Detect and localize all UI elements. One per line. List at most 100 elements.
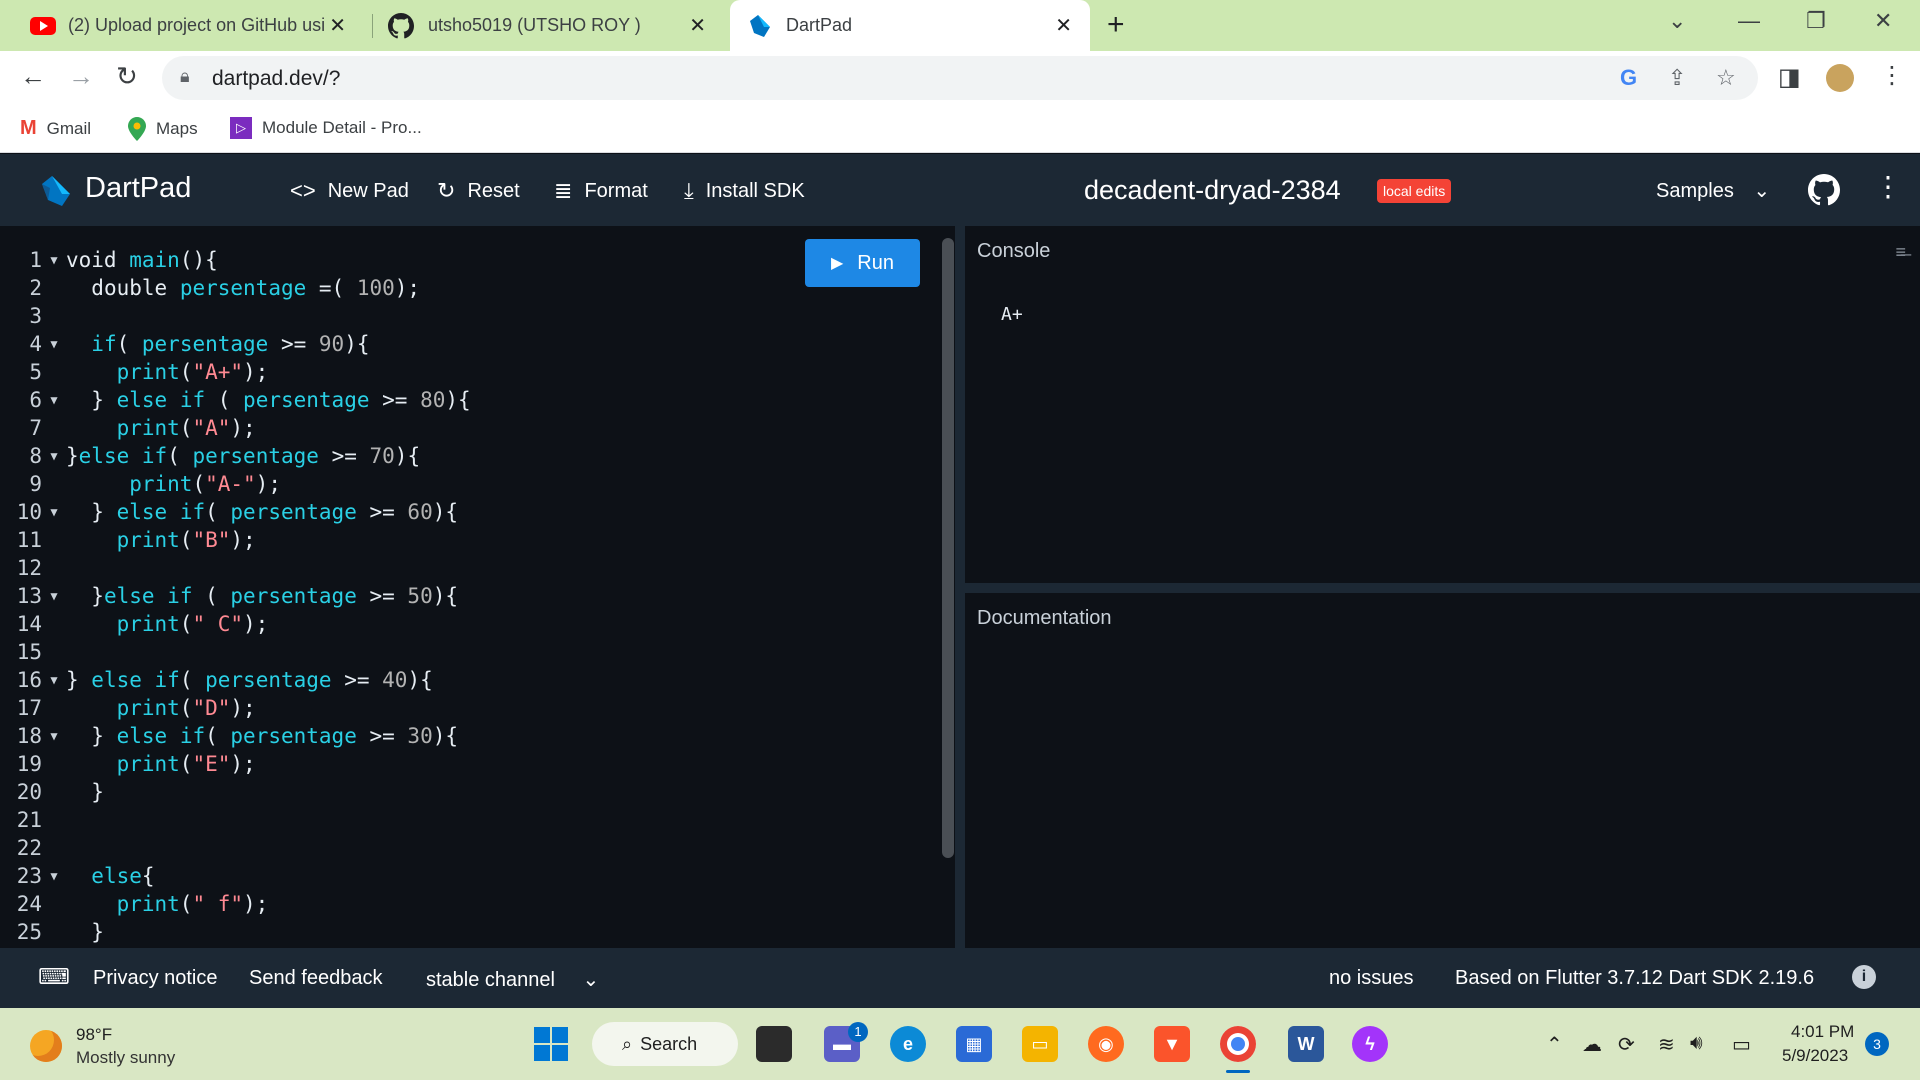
bookmark-module-detail[interactable]: ▷ Module Detail - Pro...	[230, 117, 422, 139]
tab-github[interactable]: utsho5019 (UTSHO ROY ) ✕	[372, 0, 724, 51]
reset-button[interactable]: ↻ Reset	[437, 178, 520, 204]
fold-arrow-icon[interactable]: ▼	[42, 666, 66, 694]
weather-temperature[interactable]: 98°F	[76, 1025, 112, 1045]
task-view-icon[interactable]	[756, 1026, 792, 1062]
code-line[interactable]: 10 ▼ } else if( persentage >= 60){	[0, 498, 471, 526]
code-line[interactable]: 5 print("A+");	[0, 358, 471, 386]
tray-chevron-up-icon[interactable]: ⌃	[1546, 1032, 1563, 1057]
window-close-icon[interactable]: ✕	[1874, 8, 1892, 34]
info-icon[interactable]: i	[1852, 965, 1876, 989]
code-line[interactable]: 18 ▼ } else if( persentage >= 30){	[0, 722, 471, 750]
code-line[interactable]: 13 ▼ }else if ( persentage >= 50){	[0, 582, 471, 610]
code-lines[interactable]: 1 ▼ void main(){2 double persentage =( 100…	[0, 246, 471, 946]
sync-icon[interactable]: ⟳	[1618, 1032, 1635, 1057]
google-icon[interactable]: G	[1620, 65, 1637, 91]
taskbar-search[interactable]: ⌕ Search	[592, 1022, 738, 1066]
code-line[interactable]: 4 ▼ if( persentage >= 90){	[0, 330, 471, 358]
tab-youtube[interactable]: (2) Upload project on GitHub usi ✕	[12, 0, 364, 51]
code-line[interactable]: 12	[0, 554, 471, 582]
code-line[interactable]: 3	[0, 302, 471, 330]
fold-arrow-icon[interactable]: ▼	[42, 862, 66, 890]
fold-arrow-icon[interactable]: ▼	[42, 722, 66, 750]
install-sdk-button[interactable]: ⤓ Install SDK	[684, 178, 805, 204]
channel-dropdown[interactable]: stable channel ⌄	[426, 967, 599, 992]
edge-icon[interactable]: e	[890, 1026, 926, 1062]
code-line[interactable]: 19 print("E");	[0, 750, 471, 778]
code-line[interactable]: 20 }	[0, 778, 471, 806]
notification-badge[interactable]: 3	[1865, 1032, 1889, 1056]
fold-arrow-icon[interactable]: ▼	[42, 498, 66, 526]
share-icon[interactable]: ⇪	[1668, 65, 1686, 91]
editor-scrollbar[interactable]	[942, 238, 954, 858]
code-line[interactable]: 6 ▼ } else if ( persentage >= 80){	[0, 386, 470, 414]
code-line[interactable]: 7 print("A");	[0, 414, 471, 442]
tab-search-icon[interactable]: ⌄	[1668, 8, 1686, 34]
minimize-icon[interactable]: —	[1738, 8, 1760, 34]
side-panel-icon[interactable]: ◨	[1778, 63, 1801, 92]
volume-icon[interactable]: 🔊︎	[1690, 1032, 1703, 1055]
code-line[interactable]: 21	[0, 806, 471, 834]
code-line[interactable]: 22	[0, 834, 471, 862]
issues-status[interactable]: no issues	[1329, 967, 1414, 990]
code-line[interactable]: 11 print("B");	[0, 526, 471, 554]
weather-sun-icon[interactable]	[30, 1030, 62, 1062]
reload-icon[interactable]: ↻	[116, 61, 138, 92]
horizontal-splitter[interactable]	[965, 583, 1920, 593]
chrome-icon[interactable]	[1220, 1026, 1256, 1062]
code-line[interactable]: 1 ▼ void main(){	[0, 246, 471, 274]
samples-dropdown[interactable]: Samples ⌄	[1656, 178, 1770, 203]
brave-icon[interactable]: ▼	[1154, 1026, 1190, 1062]
code-line[interactable]: 25 }	[0, 918, 471, 946]
onedrive-icon[interactable]: ☁	[1582, 1032, 1602, 1057]
bookmark-gmail[interactable]: M Gmail	[20, 117, 91, 140]
fold-arrow-icon[interactable]: ▼	[42, 442, 66, 470]
fold-arrow-icon[interactable]: ▼	[42, 386, 66, 414]
wifi-icon[interactable]: ≋	[1658, 1032, 1675, 1057]
clock-date[interactable]: 5/9/2023	[1782, 1046, 1848, 1066]
messenger-icon[interactable]: ϟ	[1352, 1026, 1388, 1062]
format-button[interactable]: ≣ Format	[554, 178, 648, 204]
code-line[interactable]: 16 ▼} else if( persentage >= 40){	[0, 666, 471, 694]
vertical-splitter[interactable]	[955, 226, 965, 948]
address-bar[interactable]: 🔒︎ dartpad.dev/? G ⇪ ☆	[162, 56, 1758, 100]
clock-time[interactable]: 4:01 PM	[1791, 1022, 1854, 1042]
app-title[interactable]: DartPad	[85, 172, 191, 205]
code-line[interactable]: 15	[0, 638, 471, 666]
run-button[interactable]: ▶ Run	[805, 239, 920, 287]
browser-menu-icon[interactable]: ⋮	[1880, 61, 1904, 90]
word-icon[interactable]: W	[1288, 1026, 1324, 1062]
close-icon[interactable]: ✕	[1055, 13, 1072, 38]
new-pad-button[interactable]: <> New Pad	[290, 178, 409, 204]
restore-icon[interactable]: ❐	[1806, 8, 1826, 34]
bookmark-maps[interactable]: Maps	[128, 117, 198, 141]
firefox-icon[interactable]: ◉	[1088, 1026, 1124, 1062]
fold-arrow-icon[interactable]: ▼	[42, 582, 66, 610]
new-tab-button[interactable]: +	[1107, 8, 1125, 42]
store-icon[interactable]: ▦	[956, 1026, 992, 1062]
weather-description[interactable]: Mostly sunny	[76, 1048, 175, 1068]
code-line[interactable]: 14 print(" C");	[0, 610, 471, 638]
profile-avatar[interactable]	[1826, 64, 1854, 92]
code-line[interactable]: 8 ▼}else if( persentage >= 70){	[0, 442, 471, 470]
fold-arrow-icon[interactable]: ▼	[42, 246, 66, 274]
back-icon[interactable]: ←	[20, 61, 46, 92]
code-editor[interactable]: 1 ▼ void main(){2 double persentage =( 100…	[0, 226, 955, 948]
close-icon[interactable]: ✕	[329, 13, 346, 38]
clear-console-icon[interactable]: ≡̶	[1895, 242, 1906, 263]
file-explorer-icon[interactable]: ▭	[1022, 1026, 1058, 1062]
more-vert-icon[interactable]: ⋮	[1874, 170, 1902, 203]
github-icon[interactable]	[1808, 174, 1840, 206]
windows-start-icon[interactable]	[533, 1026, 569, 1062]
tab-dartpad[interactable]: DartPad ✕	[730, 0, 1090, 51]
code-line[interactable]: 2 double persentage =( 100);	[0, 274, 471, 302]
code-line[interactable]: 24 print(" f");	[0, 890, 471, 918]
fold-arrow-icon[interactable]: ▼	[42, 330, 66, 358]
privacy-notice-link[interactable]: Privacy notice	[93, 967, 218, 990]
code-line[interactable]: 9 print("A-");	[0, 470, 471, 498]
forward-icon[interactable]: →	[68, 61, 94, 92]
keyboard-icon[interactable]: ⌨	[38, 964, 70, 990]
battery-icon[interactable]: ▭	[1732, 1032, 1751, 1057]
bookmark-star-icon[interactable]: ☆	[1716, 65, 1736, 91]
send-feedback-link[interactable]: Send feedback	[249, 967, 382, 990]
close-icon[interactable]: ✕	[689, 13, 706, 38]
